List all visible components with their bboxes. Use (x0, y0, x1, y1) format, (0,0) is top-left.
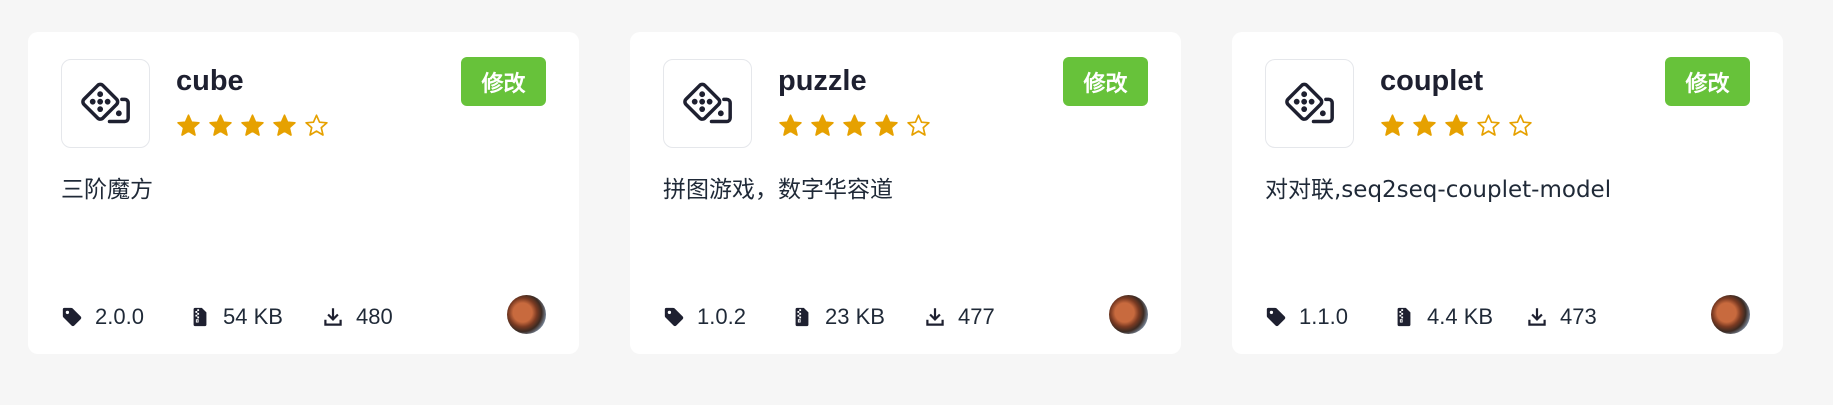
dice-icon (80, 82, 130, 123)
star-filled-icon (209, 114, 232, 136)
star-filled-icon (1413, 114, 1436, 136)
dice-icon (682, 82, 732, 123)
downloads-info: 480 (322, 304, 393, 330)
version-info: 2.0.0 (61, 304, 189, 330)
downloads-text: 473 (1560, 304, 1597, 329)
download-icon (1528, 308, 1546, 326)
plugin-card[interactable]: couplet 修改 对对联,seq2seq-couplet-model 1.1… (1232, 32, 1783, 354)
author-avatar[interactable] (507, 295, 546, 334)
size-text: 23 KB (825, 304, 885, 329)
edit-button[interactable]: 修改 (1665, 57, 1750, 106)
tag-icon (1266, 307, 1286, 327)
plugin-meta: 1.1.0 4.4 KB 473 (1265, 304, 1597, 330)
downloads-info: 477 (924, 304, 995, 330)
plugin-description: 对对联,seq2seq-couplet-model (1265, 177, 1612, 203)
star-filled-icon (1381, 114, 1404, 136)
star-filled-icon (241, 114, 264, 136)
edit-button[interactable]: 修改 (1063, 57, 1148, 106)
rating-stars (176, 113, 329, 138)
plugin-card[interactable]: puzzle 修改 拼图游戏，数字华容道 1.0.2 23 KB 477 (630, 32, 1181, 354)
rating-stars (1380, 113, 1533, 138)
plugin-title[interactable]: puzzle (778, 64, 867, 99)
plugin-icon-box (663, 59, 752, 148)
star-filled-icon (875, 114, 898, 136)
star-filled-icon (177, 114, 200, 136)
plugin-card-grid: cube 修改 三阶魔方 2.0.0 54 KB 480 puzzle 修改 拼… (28, 32, 1783, 354)
author-avatar[interactable] (1109, 295, 1148, 334)
star-empty-icon (1477, 114, 1500, 136)
tag-icon (62, 307, 82, 327)
downloads-text: 477 (958, 304, 995, 329)
file-zip-icon (193, 307, 207, 327)
star-filled-icon (779, 114, 802, 136)
star-empty-icon (907, 114, 930, 136)
download-icon (324, 308, 342, 326)
size-info: 4.4 KB (1393, 304, 1526, 330)
size-text: 54 KB (223, 304, 283, 329)
downloads-text: 480 (356, 304, 393, 329)
plugin-meta: 1.0.2 23 KB 477 (663, 304, 995, 330)
version-info: 1.1.0 (1265, 304, 1393, 330)
size-info: 54 KB (189, 304, 322, 330)
version-info: 1.0.2 (663, 304, 791, 330)
plugin-icon-box (1265, 59, 1354, 148)
star-empty-icon (1509, 114, 1532, 136)
rating-stars (778, 113, 931, 138)
download-icon (926, 308, 944, 326)
star-filled-icon (273, 114, 296, 136)
size-text: 4.4 KB (1427, 304, 1494, 329)
star-filled-icon (1445, 114, 1468, 136)
plugin-description: 拼图游戏，数字华容道 (663, 177, 893, 203)
plugin-title[interactable]: cube (176, 64, 244, 99)
star-filled-icon (811, 114, 834, 136)
plugin-description: 三阶魔方 (61, 177, 153, 203)
plugin-icon-box (61, 59, 150, 148)
file-zip-icon (795, 307, 809, 327)
author-avatar[interactable] (1711, 295, 1750, 334)
plugin-meta: 2.0.0 54 KB 480 (61, 304, 393, 330)
star-empty-icon (305, 114, 328, 136)
plugin-card[interactable]: cube 修改 三阶魔方 2.0.0 54 KB 480 (28, 32, 579, 354)
dice-icon (1284, 82, 1334, 123)
tag-icon (664, 307, 684, 327)
version-text: 1.0.2 (697, 304, 746, 329)
version-text: 2.0.0 (95, 304, 144, 329)
file-zip-icon (1397, 307, 1411, 327)
version-text: 1.1.0 (1299, 304, 1348, 329)
edit-button[interactable]: 修改 (461, 57, 546, 106)
downloads-info: 473 (1526, 304, 1597, 330)
plugin-title[interactable]: couplet (1380, 64, 1483, 99)
star-filled-icon (843, 114, 866, 136)
size-info: 23 KB (791, 304, 924, 330)
